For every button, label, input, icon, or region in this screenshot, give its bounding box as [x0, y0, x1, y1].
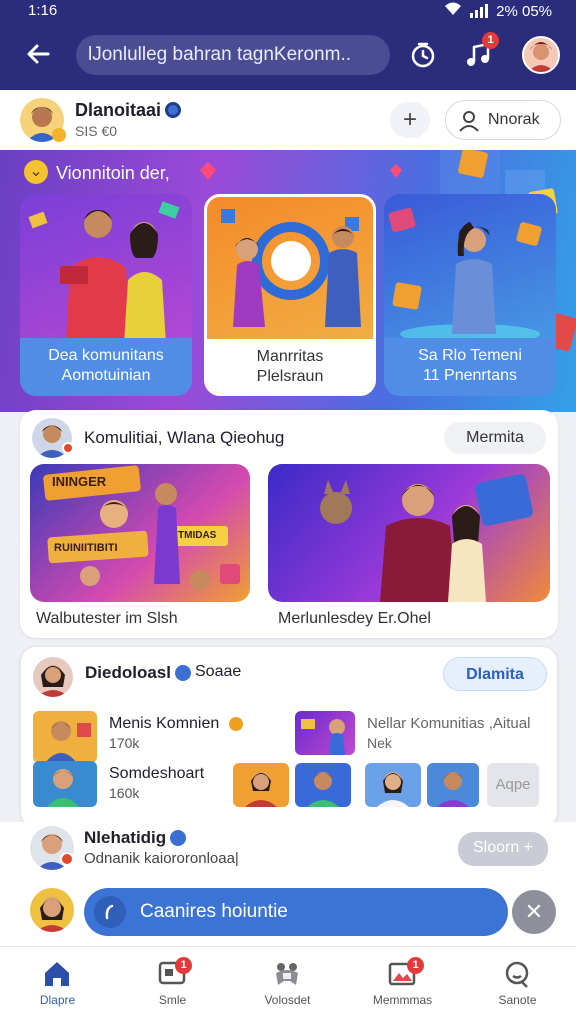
- row2-title: Somdeshoart: [109, 765, 205, 782]
- section2-avatar[interactable]: [33, 657, 73, 697]
- right-title: Nellar Komunitias ,Aitual: [367, 715, 531, 732]
- home-icon: [42, 959, 72, 989]
- hero-card-3-line1: Sa Rlo Temeni: [418, 347, 522, 364]
- thumb1-banner-mid: RUINIITIBITI: [54, 542, 118, 554]
- status-bar: 1:16 2% 05%: [0, 0, 576, 24]
- section2-button[interactable]: Dlamita: [443, 657, 547, 691]
- music-badge: 1: [482, 32, 499, 49]
- nav-item-search[interactable]: Sanote: [460, 947, 575, 1024]
- hero-card-3[interactable]: Sa Rlo Temeni 11 Pnenrtans: [384, 194, 556, 396]
- verified-icon: [170, 830, 186, 846]
- section1-thumb-2[interactable]: [268, 464, 550, 602]
- member-thumb-1[interactable]: [233, 763, 289, 807]
- music-note-icon[interactable]: 1: [464, 32, 499, 70]
- status-icons: 2% 05%: [444, 2, 552, 20]
- community-section-2: Diedoloasl Soaae Dlamita Menis Komnien 1…: [20, 646, 558, 828]
- row1-title: Menis Komnien: [109, 715, 220, 732]
- right-thumb[interactable]: [295, 711, 355, 755]
- hero-card-2-line2: Plelsraun: [256, 368, 324, 385]
- hero-title: Vionnitoin der,: [56, 163, 170, 183]
- back-arrow-icon[interactable]: [22, 38, 54, 70]
- hero-card-3-caption: Sa Rlo Temeni 11 Pnenrtans: [384, 338, 556, 396]
- right-sub: Nek: [367, 735, 392, 751]
- section2-title-suffix: Soaae: [195, 663, 242, 680]
- section3-button[interactable]: Sloorn +: [458, 832, 548, 866]
- section1-title: Komulitiai, Wlana Qieohug: [84, 428, 285, 447]
- search-icon: [502, 959, 532, 989]
- live-dot-icon: [60, 852, 74, 866]
- person-icon: [458, 109, 480, 147]
- status-time: 1:16: [28, 2, 58, 19]
- nav-label-search: Sanote: [498, 993, 537, 1007]
- hero-card-1-line1: Dea komunitans: [48, 347, 164, 364]
- row2-thumb[interactable]: [33, 761, 97, 807]
- row2-count: 160k: [109, 785, 140, 801]
- timer-icon[interactable]: [408, 40, 438, 70]
- bottom-user-avatar[interactable]: [30, 888, 74, 932]
- profile-sub: SIS €0: [75, 123, 118, 139]
- nav-item-games[interactable]: Volosdet: [230, 947, 345, 1024]
- add-button[interactable]: +: [390, 102, 430, 138]
- signal-icon: [470, 4, 489, 18]
- nav-item-gallery[interactable]: 1 Memmmas: [345, 947, 460, 1024]
- hero-card-3-line2: 11 Pnenrtans: [423, 367, 517, 384]
- hero-card-2-caption: Manrritas Plelsraun: [207, 339, 373, 393]
- bottom-nav: Dlapre 1 Smle Volosdet 1 Memmmas Sanote: [0, 946, 576, 1024]
- nav-label-games: Volosdet: [264, 993, 311, 1007]
- compose-icon: [94, 896, 126, 928]
- verified-badge-icon: [229, 717, 243, 731]
- section1-caption-1: Walbutester im Slsh: [36, 610, 178, 627]
- gamepad-icon: [272, 959, 302, 989]
- section1-caption-2: Merlunlesdey Er.Ohel: [278, 610, 431, 627]
- thumb1-banner-top: ININGER: [52, 474, 107, 489]
- section1-button[interactable]: Mermita: [444, 422, 546, 454]
- hero-card-1-caption: Dea komunitans Aomotuinian: [20, 338, 192, 396]
- battery-text: 2% 05%: [496, 2, 552, 20]
- profile-name: Dlanoitaai: [75, 100, 162, 120]
- profile-action-button[interactable]: Nnorak: [445, 100, 561, 140]
- hero-card-1-line2: Aomotuinian: [61, 367, 151, 384]
- profile-avatar[interactable]: [522, 36, 560, 74]
- nav-label-chat: Smle: [158, 993, 187, 1007]
- verified-badge-icon: [52, 128, 66, 142]
- row1-thumb[interactable]: [33, 711, 97, 763]
- profile-row: Dlanoitaai SIS €0 + Nnorak: [0, 90, 576, 150]
- verified-icon: [165, 102, 181, 118]
- nav-label-gallery: Memmmas: [372, 993, 433, 1007]
- more-button[interactable]: Aqpe: [487, 763, 539, 807]
- wifi-icon: [444, 2, 462, 20]
- section1-thumb-1[interactable]: ININGER RUINIITIBITI TMIDAS: [30, 464, 250, 602]
- section2-title: Diedoloasl: [85, 663, 171, 682]
- chat-badge: 1: [175, 957, 192, 974]
- member-thumb-2[interactable]: [295, 763, 351, 807]
- profile-action-label: Nnorak: [488, 111, 540, 128]
- live-dot-icon: [62, 442, 74, 454]
- gallery-badge: 1: [407, 957, 424, 974]
- section3-sub: Odnanik kaiororonloaa|: [84, 850, 239, 867]
- nav-label-home: Dlapre: [39, 993, 76, 1007]
- row1-count: 170k: [109, 735, 140, 751]
- chevron-down-icon[interactable]: ⌄: [24, 160, 48, 184]
- nav-item-chat[interactable]: 1 Smle: [115, 947, 230, 1024]
- section3-title: Nlehatidig: [84, 828, 167, 847]
- top-app-bar: 1:16 2% 05% lJonlulleg bahran tagnKeronm…: [0, 0, 576, 90]
- nav-item-home[interactable]: Dlapre: [0, 947, 115, 1024]
- floating-input-text: Caanires hoiuntie: [140, 901, 288, 922]
- hero-card-1[interactable]: Dea komunitans Aomotuinian: [20, 194, 192, 396]
- thumb1-banner-small: TMIDAS: [178, 530, 217, 541]
- close-icon[interactable]: ✕: [512, 890, 556, 934]
- hero-card-2[interactable]: Manrritas Plelsraun: [204, 194, 376, 396]
- community-section-1: Komulitiai, Wlana Qieohug Mermita ININGE…: [20, 410, 558, 638]
- member-thumb-3[interactable]: [365, 763, 421, 807]
- hero-card-2-line1: Manrritas: [256, 348, 324, 365]
- floating-input-bar[interactable]: Caanires hoiuntie: [84, 888, 508, 936]
- member-thumb-4[interactable]: [427, 763, 479, 807]
- search-input[interactable]: lJonlulleg bahran tagnKeronm..: [76, 35, 390, 75]
- verified-icon: [175, 665, 191, 681]
